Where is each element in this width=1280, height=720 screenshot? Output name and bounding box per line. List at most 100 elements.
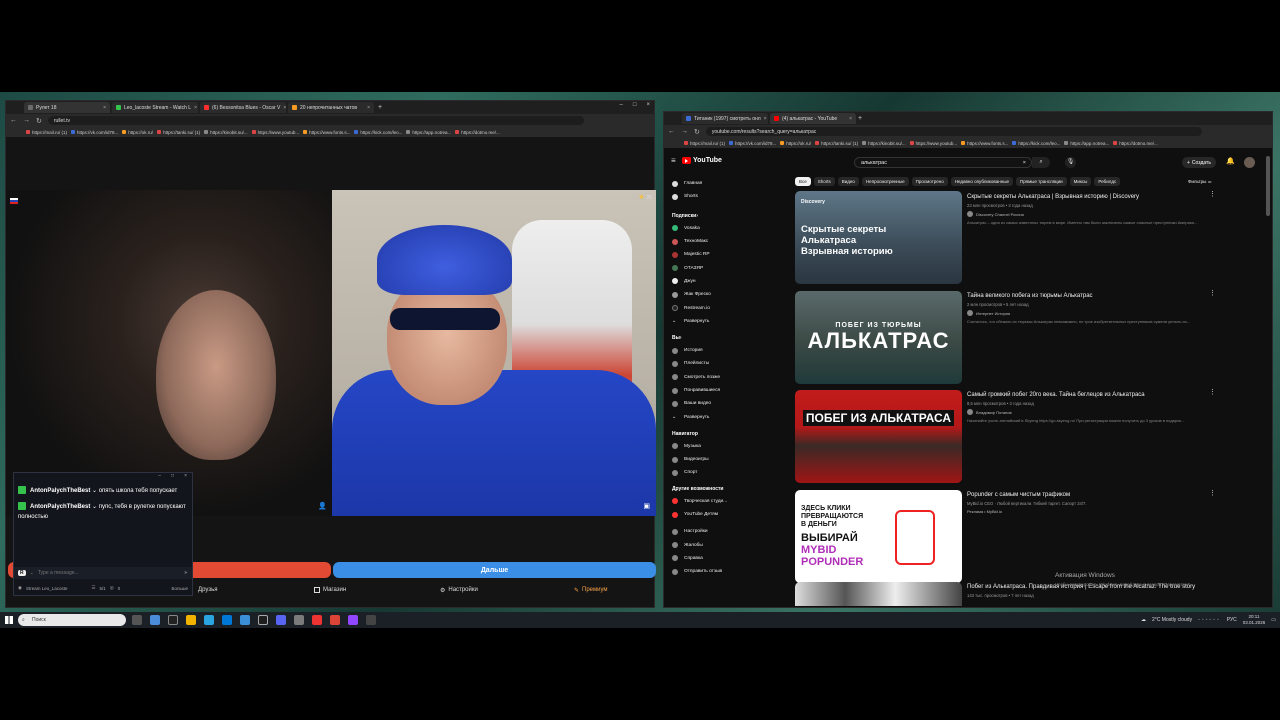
minimize-icon[interactable]: – <box>158 473 161 483</box>
video-title[interactable]: Самый громкий побег 20го века. Тайна бег… <box>967 391 1222 399</box>
reload-icon[interactable]: ↻ <box>36 117 42 125</box>
bookmark-item[interactable]: https://www.youtub... <box>909 141 957 146</box>
app-icon[interactable] <box>168 615 178 625</box>
sidebar-item-sub[interactable]: Vosaka <box>668 222 788 235</box>
video-thumbnail[interactable]: Discovery Скрытые секреты Алькатраса Взр… <box>795 191 962 284</box>
bookmark-item[interactable]: https://vk.com/id78... <box>729 141 776 146</box>
mic-icon[interactable]: 🎙 <box>1065 157 1076 168</box>
sidebar-item-sub[interactable]: ОТАЗЯР <box>668 261 788 274</box>
send-icon[interactable]: ➤ <box>184 570 188 576</box>
video-title[interactable]: Тайна великого побега из тюрьмы Алькатра… <box>967 292 1222 300</box>
menu-premium[interactable]: ✎ Премиум <box>574 587 608 594</box>
sidebar-item-sub[interactable]: Majestic RP <box>668 248 788 261</box>
close-icon[interactable]: × <box>849 116 852 122</box>
you-header[interactable]: Вы › <box>668 332 788 344</box>
bookmark-item[interactable]: https://kick.com/leo... <box>354 130 402 135</box>
close-icon[interactable]: × <box>103 105 106 111</box>
tab-0[interactable]: Титаник (1997) смотреть онл × <box>682 113 768 124</box>
weather-text[interactable]: 2°C Mostly cloudy <box>1152 617 1192 623</box>
maximize-icon[interactable]: □ <box>633 102 637 108</box>
bookmark-item[interactable]: https://dotmo.me/... <box>455 130 500 135</box>
menu-shop[interactable]: Магазин <box>314 587 346 593</box>
sidebar-expand[interactable]: ⌄ Развернуть <box>668 410 788 423</box>
bookmark-item[interactable]: https://mail.ru/ (1) <box>684 141 725 146</box>
back-icon[interactable]: ← <box>668 128 675 135</box>
tab-1[interactable]: (4) алькатрас - YouTube × <box>770 113 856 124</box>
minimize-icon[interactable]: – <box>620 102 623 108</box>
more-options-icon[interactable]: ⋮ <box>1209 190 1216 198</box>
create-button[interactable]: + Создать <box>1182 157 1216 168</box>
bookmark-item[interactable]: https://ok.ru/ <box>122 130 153 135</box>
bookmark-item[interactable]: https://tanki.su/ (1) <box>815 141 858 146</box>
chip[interactable]: Недавно опубликованные <box>950 177 1013 186</box>
tab-1[interactable]: Leo_lacoste Stream - Watch L × <box>112 102 198 113</box>
sidebar-expand[interactable]: ⌄ Развернуть <box>668 315 788 328</box>
chip[interactable]: Просмотрено <box>911 177 948 186</box>
bookmark-item[interactable]: https://kinobit.su/... <box>204 130 248 135</box>
bookmark-item[interactable]: https://vk.com/id78... <box>71 130 118 135</box>
chip[interactable]: Все <box>795 177 811 186</box>
tab-3[interactable]: 20 непрочитанных чатов × <box>288 102 374 113</box>
channel-name[interactable]: Интернет История <box>976 311 1010 316</box>
new-tab-button[interactable]: + <box>858 115 862 122</box>
back-icon[interactable]: ← <box>10 117 17 124</box>
channel-name[interactable]: Discovery Channel Россия <box>976 212 1024 217</box>
language-indicator[interactable]: РУС <box>1227 617 1237 623</box>
sidebar-item-liked[interactable]: Понравившиеся <box>668 384 788 397</box>
notification-icon[interactable]: ▭ <box>1271 617 1276 623</box>
app-icon[interactable] <box>240 615 250 625</box>
app-icon[interactable] <box>366 615 376 625</box>
forward-icon[interactable]: → <box>681 128 688 135</box>
edge-icon[interactable] <box>222 615 232 625</box>
video-thumbnail[interactable] <box>795 582 962 606</box>
maximize-icon[interactable]: □ <box>171 473 174 483</box>
bookmark-item[interactable]: https://app.notrea... <box>1064 141 1109 146</box>
close-icon[interactable]: × <box>283 105 286 111</box>
sidebar-item-reports[interactable]: Жалобы <box>668 539 788 552</box>
bookmark-item[interactable]: https://mail.ru/ (1) <box>26 130 67 135</box>
more-options-icon[interactable]: ⋮ <box>1209 388 1216 396</box>
close-icon[interactable]: × <box>184 473 187 483</box>
bookmark-item[interactable]: https://app.notrea... <box>406 130 451 135</box>
sidebar-item-shorts[interactable]: Shorts <box>668 190 788 203</box>
url-field[interactable]: rullet.tv <box>47 116 584 125</box>
app-icon[interactable] <box>294 615 304 625</box>
camera-switch-icon[interactable]: ▣ <box>643 502 650 510</box>
reload-icon[interactable]: ↻ <box>694 128 700 136</box>
tray-icons[interactable]: ◦◦◦◦◦◦ <box>1198 617 1221 623</box>
sidebar-item-watch-later[interactable]: Смотреть позже <box>668 371 788 384</box>
youtube-logo[interactable]: YouTube <box>682 157 722 164</box>
next-button[interactable]: Дальше <box>333 562 656 578</box>
telegram-icon[interactable] <box>204 615 214 625</box>
sidebar-item-feedback[interactable]: Отправить отзыв <box>668 565 788 578</box>
bookmark-item[interactable]: https://www.fonts.s... <box>961 141 1008 146</box>
video-title[interactable]: Popunder с самым чистым трафиком <box>967 491 1222 499</box>
close-icon[interactable]: × <box>764 116 767 122</box>
sidebar-item-sport[interactable]: Спорт <box>668 466 788 479</box>
chip[interactable]: Shorts <box>813 177 835 186</box>
bookmark-item[interactable]: https://kinobit.su/... <box>862 141 906 146</box>
sidebar-item-music[interactable]: Музыка <box>668 440 788 453</box>
menu-friends[interactable]: Друзья <box>198 587 217 593</box>
bookmark-item[interactable]: https://ok.ru/ <box>780 141 811 146</box>
explorer-icon[interactable] <box>186 615 196 625</box>
bookmark-item[interactable]: https://tanki.su/ (1) <box>157 130 200 135</box>
video-thumbnail[interactable]: ПОБЕГ ИЗ АЛЬКАТРАСА <box>795 390 962 483</box>
tab-2[interactable]: (6) Bessonitsa Blues - Oscar V × <box>200 102 286 113</box>
chip[interactable]: Непросмотренные <box>861 177 909 186</box>
app-icon[interactable] <box>348 615 358 625</box>
chrome-icon[interactable] <box>330 615 340 625</box>
new-tab-button[interactable]: + <box>378 104 382 111</box>
video-thumbnail[interactable]: ПОБЕГ ИЗ ТЮРЬМЫ АЛЬКАТРАС <box>795 291 962 384</box>
menu-icon[interactable]: ≡ <box>671 156 676 165</box>
ad-thumbnail[interactable]: ЗДЕСЬ КЛИКИ ПРЕВРАЩАЮТСЯ В ДЕНЬГИ ВЫБИРА… <box>795 490 962 583</box>
sidebar-item-gaming[interactable]: Видеоигры <box>668 453 788 466</box>
discord-icon[interactable] <box>276 615 286 625</box>
sidebar-item-playlists[interactable]: Плейлисты <box>668 357 788 370</box>
more-options-icon[interactable]: ⋮ <box>1209 289 1216 297</box>
sidebar-item-sub[interactable]: Джун <box>668 275 788 288</box>
taskbar-search[interactable]: ⌕ Поиск <box>18 614 126 626</box>
more-options-icon[interactable]: ⋮ <box>1209 489 1216 497</box>
sidebar-item-your-videos[interactable]: Ваши видео <box>668 397 788 410</box>
bookmark-item[interactable]: https://dotmo.me/... <box>1113 141 1158 146</box>
